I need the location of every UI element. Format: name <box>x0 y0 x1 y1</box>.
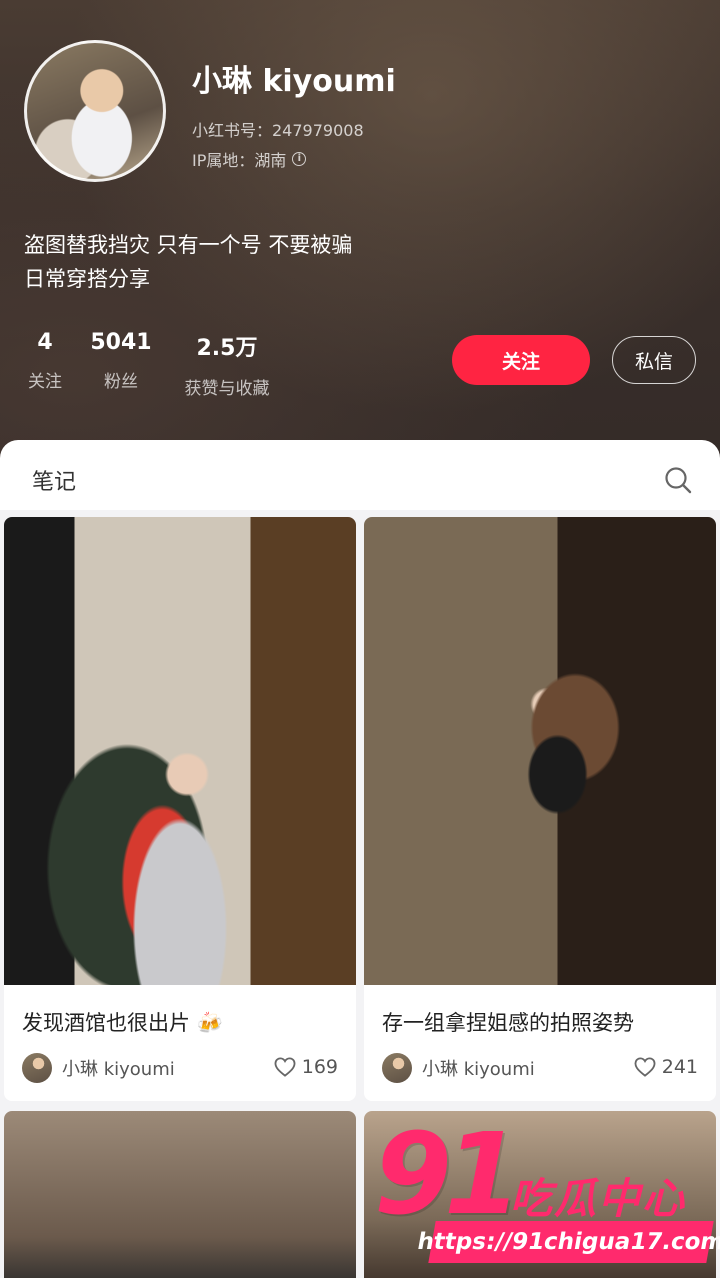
search-icon[interactable] <box>664 466 692 494</box>
profile-avatar[interactable] <box>24 40 166 182</box>
stat-likes-collects[interactable]: 2.5万 获赞与收藏 <box>174 330 280 399</box>
notes-tab-bar: 笔记 <box>0 440 720 510</box>
fans-count: 5041 <box>90 330 152 355</box>
author-avatar <box>382 1053 412 1083</box>
note-title: 发现酒馆也很出片 🍻 <box>22 1011 223 1035</box>
note-author[interactable]: 小琳 kiyoumi <box>22 1053 175 1083</box>
like-count: 241 <box>661 1056 698 1078</box>
profile-bio-line-2: 日常穿搭分享 <box>24 267 150 291</box>
following-label: 关注 <box>28 372 62 392</box>
heart-icon <box>274 1057 296 1077</box>
watermark-text: 吃瓜中心 <box>510 1174 687 1223</box>
author-name: 小琳 kiyoumi <box>422 1059 535 1080</box>
note-like[interactable]: 169 <box>274 1056 338 1078</box>
follow-button[interactable]: 关注 <box>452 335 590 385</box>
note-author[interactable]: 小琳 kiyoumi <box>382 1053 535 1083</box>
profile-bio-line-1: 盗图替我挡灾 只有一个号 不要被骗 <box>24 233 353 257</box>
profile-id: 小红书号：247979008 <box>192 121 364 140</box>
ip-location-text: IP属地：湖南 <box>192 151 287 170</box>
stat-following[interactable]: 4 关注 <box>24 330 66 392</box>
watermark: 91 吃瓜中心 https://91chigua17.com <box>370 1119 720 1275</box>
tab-notes[interactable]: 笔记 <box>32 464 76 496</box>
profile-header: 小琳 kiyoumi 小红书号：247979008 IP属地：湖南 i 盗图替我… <box>0 0 720 470</box>
profile-name: 小琳 kiyoumi <box>192 64 396 99</box>
author-name: 小琳 kiyoumi <box>62 1059 175 1080</box>
likes-label: 获赞与收藏 <box>184 379 270 399</box>
stat-fans[interactable]: 5041 粉丝 <box>88 330 154 392</box>
note-cover-image[interactable] <box>4 517 356 985</box>
note-card[interactable]: 发现酒馆也很出片 🍻 小琳 kiyoumi 169 <box>4 517 356 1101</box>
following-count: 4 <box>37 330 53 355</box>
note-title: 存一组拿捏姐感的拍照姿势 <box>382 1011 634 1035</box>
fans-label: 粉丝 <box>104 372 138 392</box>
note-card[interactable] <box>4 1111 356 1278</box>
note-cover-image[interactable] <box>4 1111 356 1278</box>
note-cover-image[interactable] <box>364 517 716 985</box>
heart-icon <box>634 1057 656 1077</box>
likes-count: 2.5万 <box>196 336 258 361</box>
watermark-url: https://91chigua17.com <box>415 1221 720 1263</box>
info-icon[interactable]: i <box>292 152 307 166</box>
watermark-number: 91 <box>374 1110 522 1240</box>
note-card[interactable]: 存一组拿捏姐感的拍照姿势 小琳 kiyoumi 241 <box>364 517 716 1101</box>
author-avatar <box>22 1053 52 1083</box>
profile-ip-location: IP属地：湖南 i <box>192 147 307 171</box>
like-count: 169 <box>301 1056 338 1078</box>
note-like[interactable]: 241 <box>634 1056 698 1078</box>
message-button[interactable]: 私信 <box>612 336 696 384</box>
